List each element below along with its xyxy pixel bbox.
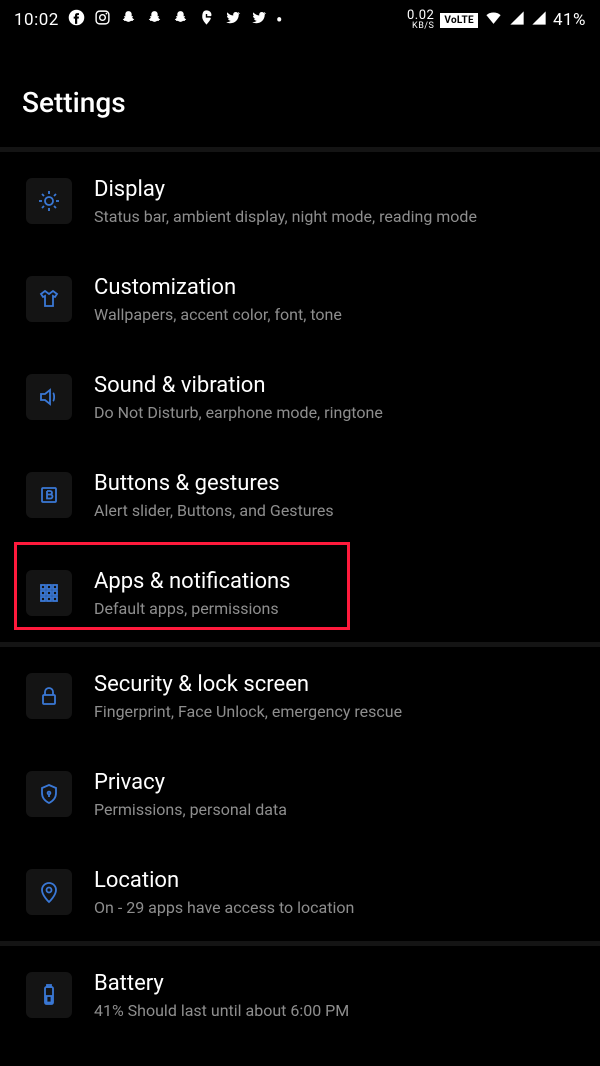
settings-item-apps[interactable]: Apps & notifications Default apps, permis…: [0, 544, 600, 642]
snapchat-icon: [146, 9, 163, 31]
item-title: Security & lock screen: [94, 671, 402, 699]
snapchat-icon: [172, 9, 189, 31]
volte-badge: VoLTE: [440, 13, 478, 28]
settings-item-display[interactable]: Display Status bar, ambient display, nigh…: [0, 152, 600, 250]
item-title: Apps & notifications: [94, 568, 291, 596]
status-right: 0.02 KB/S VoLTE 41%: [407, 8, 586, 32]
item-subtitle: Fingerprint, Face Unlock, emergency resc…: [94, 702, 402, 721]
item-title: Customization: [94, 274, 342, 302]
item-title: Battery: [94, 970, 349, 998]
battery-icon: [26, 972, 72, 1018]
facebook-icon: [68, 9, 85, 31]
item-title: Sound & vibration: [94, 372, 383, 400]
status-bar: 10:02 • 0.02 KB/S VoLTE 41%: [0, 0, 600, 38]
settings-item-customization[interactable]: Customization Wallpapers, accent color, f…: [0, 250, 600, 348]
item-subtitle: Wallpapers, accent color, font, tone: [94, 305, 342, 324]
item-subtitle: On - 29 apps have access to location: [94, 898, 354, 917]
item-subtitle: Do Not Disturb, earphone mode, ringtone: [94, 403, 383, 422]
signal-icon: [509, 10, 525, 31]
speaker-icon: [26, 374, 72, 420]
snapchat-icon: [120, 9, 137, 31]
item-subtitle: Permissions, personal data: [94, 800, 287, 819]
status-left: 10:02 •: [14, 9, 283, 31]
grid-icon: [26, 570, 72, 616]
item-title: Display: [94, 176, 477, 204]
shirt-icon: [26, 276, 72, 322]
swiggy-icon: [198, 9, 215, 31]
lock-icon: [26, 673, 72, 719]
status-time: 10:02: [14, 10, 59, 30]
settings-list: Display Status bar, ambient display, nigh…: [0, 152, 600, 1044]
shield-icon: [26, 771, 72, 817]
brightness-icon: [26, 178, 72, 224]
network-speed: 0.02 KB/S: [407, 9, 434, 31]
wifi-icon: [484, 8, 503, 32]
item-title: Location: [94, 867, 354, 895]
item-subtitle: Status bar, ambient display, night mode,…: [94, 207, 477, 226]
item-title: Privacy: [94, 769, 287, 797]
twitter-icon: [224, 9, 241, 31]
settings-item-security[interactable]: Security & lock screen Fingerprint, Face …: [0, 647, 600, 745]
pin-icon: [26, 869, 72, 915]
signal-icon: [531, 10, 547, 31]
settings-item-sound[interactable]: Sound & vibration Do Not Disturb, earphon…: [0, 348, 600, 446]
twitter-icon: [250, 9, 267, 31]
item-subtitle: Default apps, permissions: [94, 599, 291, 618]
item-subtitle: Alert slider, Buttons, and Gestures: [94, 501, 334, 520]
b-square-icon: [26, 472, 72, 518]
settings-item-buttons[interactable]: Buttons & gestures Alert slider, Buttons,…: [0, 446, 600, 544]
instagram-icon: [94, 9, 111, 31]
page-title: Settings: [0, 38, 600, 147]
settings-item-privacy[interactable]: Privacy Permissions, personal data: [0, 745, 600, 843]
item-title: Buttons & gestures: [94, 470, 334, 498]
settings-item-battery[interactable]: Battery 41% Should last until about 6:00 …: [0, 946, 600, 1044]
settings-item-location[interactable]: Location On - 29 apps have access to loca…: [0, 843, 600, 941]
item-subtitle: 41% Should last until about 6:00 PM: [94, 1001, 349, 1020]
battery-percent: 41%: [553, 10, 586, 30]
